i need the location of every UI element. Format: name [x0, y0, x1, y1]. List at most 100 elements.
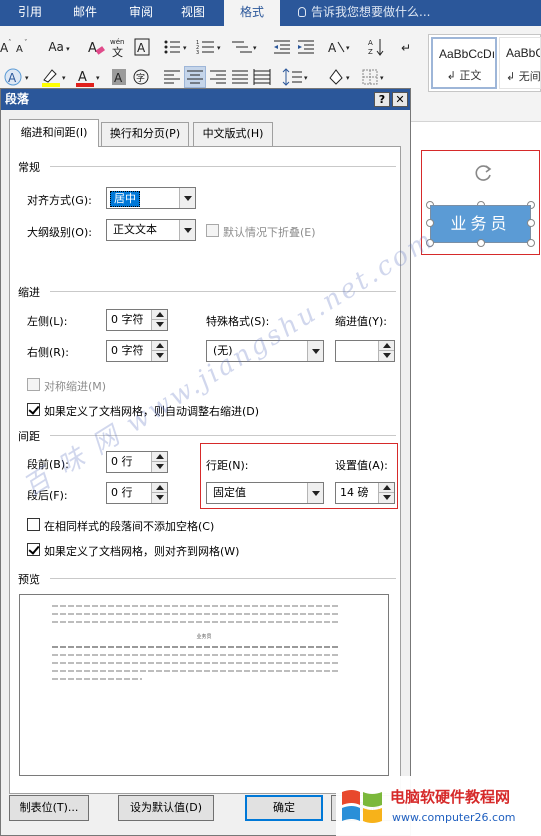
spin-up-icon[interactable] — [378, 483, 394, 493]
section-indentation: 缩进 — [18, 286, 40, 299]
numbering-icon[interactable]: 1 2 3 ▾ — [196, 36, 224, 58]
mirror-indents-checkbox[interactable] — [27, 378, 40, 391]
close-button[interactable]: ✕ — [392, 92, 408, 107]
snap-to-grid-checkbox[interactable] — [27, 543, 40, 556]
line-spacing-label: 行距(N): — [206, 459, 249, 472]
style-normal[interactable]: AaBbCcDı ↲ 正文 — [431, 37, 497, 89]
svg-text:↵: ↵ — [401, 41, 411, 55]
sort-icon[interactable]: AZ — [366, 36, 388, 58]
resize-handle[interactable] — [426, 219, 434, 227]
space-after-spinner[interactable]: 0 行 — [106, 482, 168, 504]
tab-asian-typography[interactable]: 中文版式(H) — [193, 122, 273, 146]
tabs-button[interactable]: 制表位(T)... — [9, 795, 89, 821]
char-border-icon[interactable]: A — [133, 36, 151, 58]
tell-me-text: 告诉我您想要做什么... — [311, 5, 431, 19]
preview-line — [52, 612, 338, 616]
ribbon-tab-bar: 引用 邮件 审阅 视图 格式 告诉我您想要做什么... — [0, 0, 541, 26]
preview-line — [52, 620, 338, 624]
indent-left-spinner[interactable]: 0 字符 — [106, 309, 168, 331]
align-center-icon[interactable] — [184, 66, 206, 88]
alignment-select[interactable]: 居中 — [106, 187, 196, 209]
resize-handle[interactable] — [527, 239, 535, 247]
resize-handle[interactable] — [527, 219, 535, 227]
svg-text:▾: ▾ — [25, 74, 29, 82]
spin-down-icon[interactable] — [151, 493, 167, 503]
ok-button[interactable]: 确定 — [245, 795, 323, 821]
clear-format-icon[interactable]: A — [86, 36, 106, 58]
indent-right-label: 右侧(R): — [27, 346, 69, 359]
tab-format[interactable]: 格式 — [224, 0, 280, 26]
spin-up-icon[interactable] — [378, 341, 394, 351]
resize-handle[interactable] — [477, 239, 485, 247]
enclose-char-icon[interactable]: 字 — [132, 66, 150, 88]
tab-review[interactable]: 审阅 — [118, 0, 164, 26]
spin-up-icon[interactable] — [151, 452, 167, 462]
tab-mailings[interactable]: 邮件 — [62, 0, 108, 26]
chevron-down-icon — [307, 483, 323, 503]
spin-up-icon[interactable] — [151, 483, 167, 493]
style-normal-preview: AaBbCcDı — [439, 47, 496, 61]
rotate-handle-icon[interactable] — [474, 163, 494, 183]
set-default-button[interactable]: 设为默认值(D) — [118, 795, 214, 821]
increase-indent-icon[interactable] — [296, 36, 316, 58]
paragraph-preview: 业务员 — [19, 594, 389, 776]
spin-up-icon[interactable] — [151, 310, 167, 320]
spin-down-icon[interactable] — [151, 462, 167, 472]
text-direction-icon[interactable]: A ▾ — [326, 36, 354, 58]
style-no-spacing[interactable]: AaBbCcDı ↲ 无间 — [499, 37, 541, 89]
brand-url: www.computer26.com — [392, 811, 516, 824]
dialog-titlebar: 段落 — [1, 89, 410, 110]
phonetic-guide-icon[interactable]: wén 文 — [108, 36, 128, 58]
char-shading-icon[interactable]: A — [110, 66, 128, 88]
tell-me-box[interactable]: 告诉我您想要做什么... — [298, 0, 430, 24]
borders-icon[interactable]: ▾ — [360, 66, 390, 88]
spin-down-icon[interactable] — [378, 351, 394, 361]
spin-up-icon[interactable] — [151, 341, 167, 351]
tab-line-page-breaks[interactable]: 换行和分页(P) — [101, 122, 189, 146]
text-effects-icon[interactable]: A ▾ — [4, 66, 34, 88]
justify-icon[interactable] — [230, 66, 250, 88]
line-spacing-at-spinner[interactable]: 14 磅 — [335, 482, 395, 504]
line-spacing-icon[interactable]: ▾ — [282, 66, 312, 88]
spin-down-icon[interactable] — [151, 351, 167, 361]
indent-right-spinner[interactable]: 0 字符 — [106, 340, 168, 362]
tab-references[interactable]: 引用 — [8, 0, 52, 26]
outline-level-select[interactable]: 正文文本 — [106, 219, 196, 241]
collapse-default-checkbox[interactable] — [206, 224, 219, 237]
font-color-icon[interactable]: A ▾ — [74, 66, 104, 88]
text-box-shape[interactable]: 业务员 — [430, 205, 531, 243]
help-button[interactable]: ? — [374, 92, 390, 107]
show-marks-icon[interactable]: ↵ — [398, 36, 416, 58]
auto-adjust-indent-checkbox[interactable] — [27, 403, 40, 416]
change-case-button[interactable]: Aa ▾ — [44, 36, 74, 58]
svg-text:ˆ: ˆ — [8, 39, 12, 47]
spin-down-icon[interactable] — [378, 493, 394, 503]
tab-indents-spacing[interactable]: 缩进和间距(I) — [9, 119, 99, 147]
style-normal-name: ↲ 正文 — [446, 69, 482, 82]
shape-highlight-frame: 业务员 — [421, 150, 540, 255]
no-space-same-style-label: 在相同样式的段落间不添加空格(C) — [44, 520, 215, 533]
grow-font-icon[interactable]: Aˆ — [0, 36, 14, 58]
distributed-icon[interactable] — [252, 66, 272, 88]
spin-down-icon[interactable] — [151, 320, 167, 330]
multilevel-list-icon[interactable]: ▾ — [230, 36, 260, 58]
styles-gallery: AaBbCcDı ↲ 正文 AaBbCcDı ↲ 无间 — [428, 34, 541, 92]
no-space-same-style-checkbox[interactable] — [27, 518, 40, 531]
space-before-spinner[interactable]: 0 行 — [106, 451, 168, 473]
style-no-spacing-name: ↲ 无间 — [506, 70, 541, 83]
preview-line — [52, 669, 338, 673]
svg-text:3: 3 — [196, 50, 199, 56]
indent-by-spinner[interactable] — [335, 340, 395, 362]
shrink-font-icon[interactable]: Aˇ — [14, 36, 30, 58]
line-spacing-select[interactable]: 固定值 — [206, 482, 324, 504]
alignment-label: 对齐方式(G): — [27, 194, 92, 207]
align-right-icon[interactable] — [208, 66, 228, 88]
highlight-color-icon[interactable]: ▾ — [40, 66, 70, 88]
shading-icon[interactable]: ▾ — [326, 66, 356, 88]
svg-text:▾: ▾ — [183, 44, 187, 52]
align-left-icon[interactable] — [162, 66, 182, 88]
decrease-indent-icon[interactable] — [272, 36, 292, 58]
tab-view[interactable]: 视图 — [170, 0, 216, 26]
bullets-icon[interactable]: ▾ — [162, 36, 190, 58]
divider — [50, 578, 396, 579]
